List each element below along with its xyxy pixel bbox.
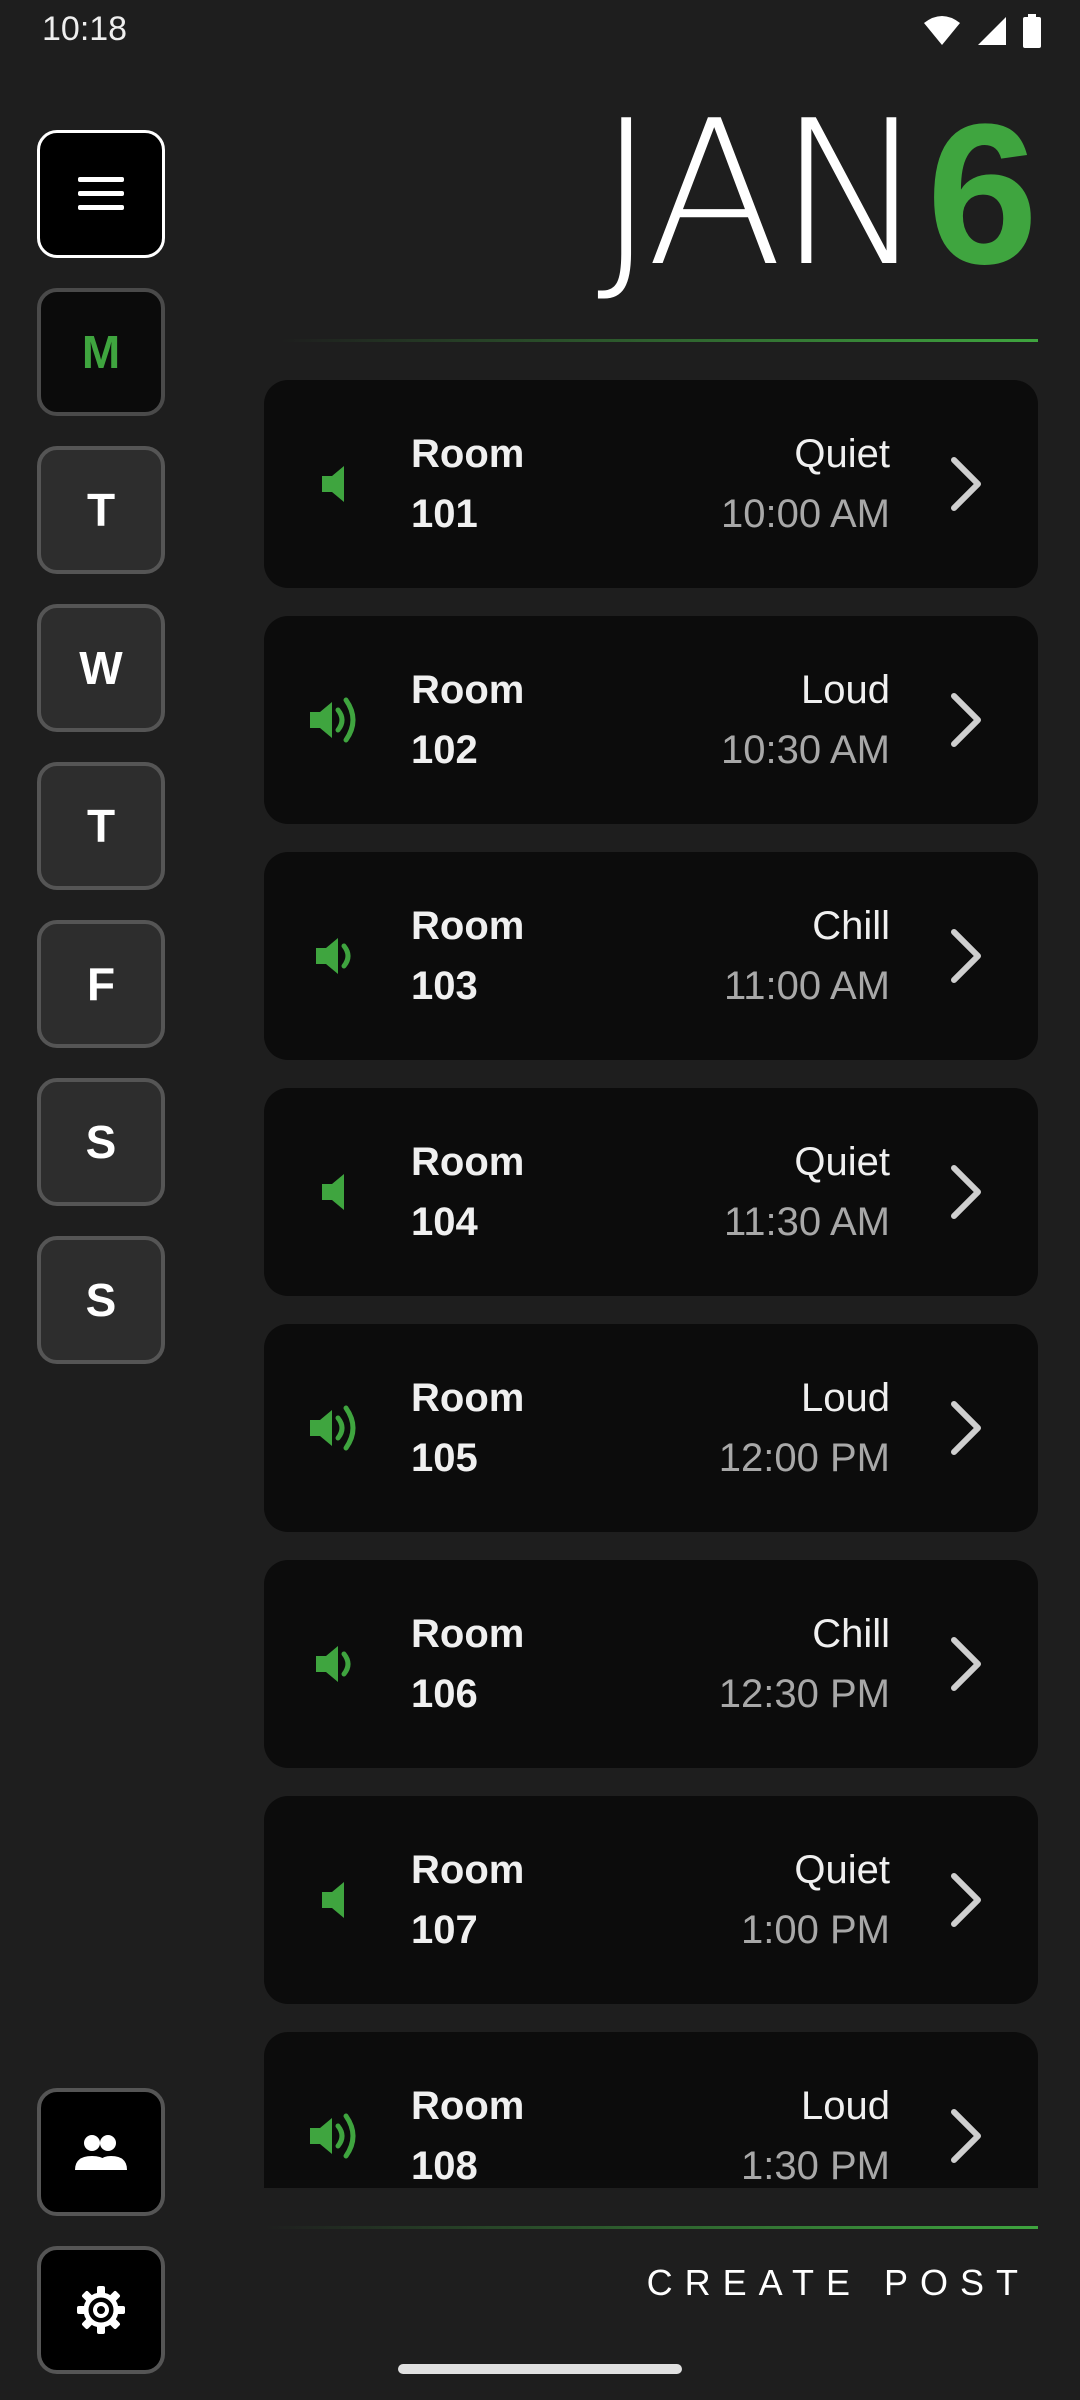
volume-high-icon [310, 2113, 356, 2159]
room-card[interactable]: Room 102 Loud 10:30 AM [264, 616, 1038, 824]
chevron-right-icon [951, 1401, 981, 1455]
room-label: Room [411, 904, 525, 948]
status-time: 10:18 [42, 10, 128, 48]
room-label: Room [411, 668, 525, 712]
room-vibe: Loud [801, 668, 890, 712]
room-vibe: Quiet [794, 1140, 890, 1184]
day-button[interactable]: T [37, 762, 165, 890]
room-card[interactable]: Room 105 Loud 12:00 PM [264, 1324, 1038, 1532]
footer-divider [264, 2226, 1038, 2229]
room-label: Room [411, 1376, 525, 1420]
room-number: 104 [411, 1200, 478, 1244]
volume-high-icon [310, 697, 356, 743]
day-button[interactable]: T [37, 446, 165, 574]
month-label: JAN [596, 78, 927, 311]
room-vibe: Chill [812, 1612, 890, 1656]
menu-button[interactable] [37, 130, 165, 258]
room-label: Room [411, 1848, 525, 1892]
date-header: JAN 6 [596, 78, 1038, 311]
room-number: 103 [411, 964, 478, 1008]
chevron-right-icon [951, 2109, 981, 2163]
header-divider [280, 339, 1038, 342]
settings-button[interactable] [37, 2246, 165, 2374]
friends-button[interactable] [37, 2088, 165, 2216]
chevron-right-icon [951, 1165, 981, 1219]
room-label: Room [411, 1140, 525, 1184]
room-vibe: Chill [812, 904, 890, 948]
status-icons [922, 14, 1042, 48]
room-label: Room [411, 432, 525, 476]
room-time: 12:00 PM [718, 1436, 890, 1480]
chevron-right-icon [951, 457, 981, 511]
create-post-button[interactable]: CREATE POST [647, 2262, 1030, 2304]
day-button[interactable]: W [37, 604, 165, 732]
chevron-right-icon [951, 929, 981, 983]
room-vibe: Loud [801, 1376, 890, 1420]
room-card[interactable]: Room 104 Quiet 11:30 AM [264, 1088, 1038, 1296]
room-number: 108 [411, 2144, 478, 2188]
room-card[interactable]: Room 106 Chill 12:30 PM [264, 1560, 1038, 1768]
room-card[interactable]: Room 107 Quiet 1:00 PM [264, 1796, 1038, 2004]
wifi-icon [924, 16, 960, 45]
volume-medium-icon [316, 1646, 351, 1682]
day-number: 6 [926, 83, 1038, 306]
volume-low-icon [322, 1882, 344, 1918]
room-time: 1:00 PM [741, 1908, 890, 1952]
room-label: Room [411, 2084, 525, 2128]
room-number: 106 [411, 1672, 478, 1716]
room-label: Room [411, 1612, 525, 1656]
room-number: 102 [411, 728, 478, 772]
volume-low-icon [322, 466, 344, 502]
room-time: 10:00 AM [720, 492, 890, 536]
hamburger-menu-icon [78, 177, 124, 210]
room-card[interactable]: Room 108 Loud 1:30 PM [264, 2032, 1038, 2188]
volume-high-icon [310, 1405, 356, 1451]
home-indicator[interactable] [398, 2364, 682, 2374]
room-number: 105 [411, 1436, 478, 1480]
room-number: 107 [411, 1908, 478, 1952]
chevron-right-icon [951, 1637, 981, 1691]
chevron-right-icon [951, 1873, 981, 1927]
status-bar: 10:18 [0, 0, 1080, 60]
room-vibe: Quiet [794, 1848, 890, 1892]
signal-icon [978, 17, 1006, 45]
room-time: 11:30 AM [723, 1200, 890, 1244]
people-icon [75, 2135, 127, 2170]
room-vibe: Quiet [794, 432, 890, 476]
volume-medium-icon [316, 938, 351, 974]
room-time: 10:30 AM [720, 728, 890, 772]
room-list[interactable]: Room 101 Quiet 10:00 AM Room 102 Loud 10:30 AM R… [264, 380, 1038, 2188]
room-time: 11:00 AM [723, 964, 890, 1008]
day-button[interactable]: F [37, 920, 165, 1048]
day-button[interactable]: S [37, 1078, 165, 1206]
room-time: 12:30 PM [718, 1672, 890, 1716]
room-time: 1:30 PM [741, 2144, 890, 2188]
room-card[interactable]: Room 101 Quiet 10:00 AM [264, 380, 1038, 588]
room-number: 101 [411, 492, 478, 536]
battery-icon [1023, 14, 1041, 48]
room-vibe: Loud [801, 2084, 890, 2128]
chevron-right-icon [951, 693, 981, 747]
day-button[interactable]: S [37, 1236, 165, 1364]
room-card[interactable]: Room 103 Chill 11:00 AM [264, 852, 1038, 1060]
gear-icon [77, 2286, 125, 2334]
volume-low-icon [322, 1174, 344, 1210]
day-button[interactable]: M [37, 288, 165, 416]
